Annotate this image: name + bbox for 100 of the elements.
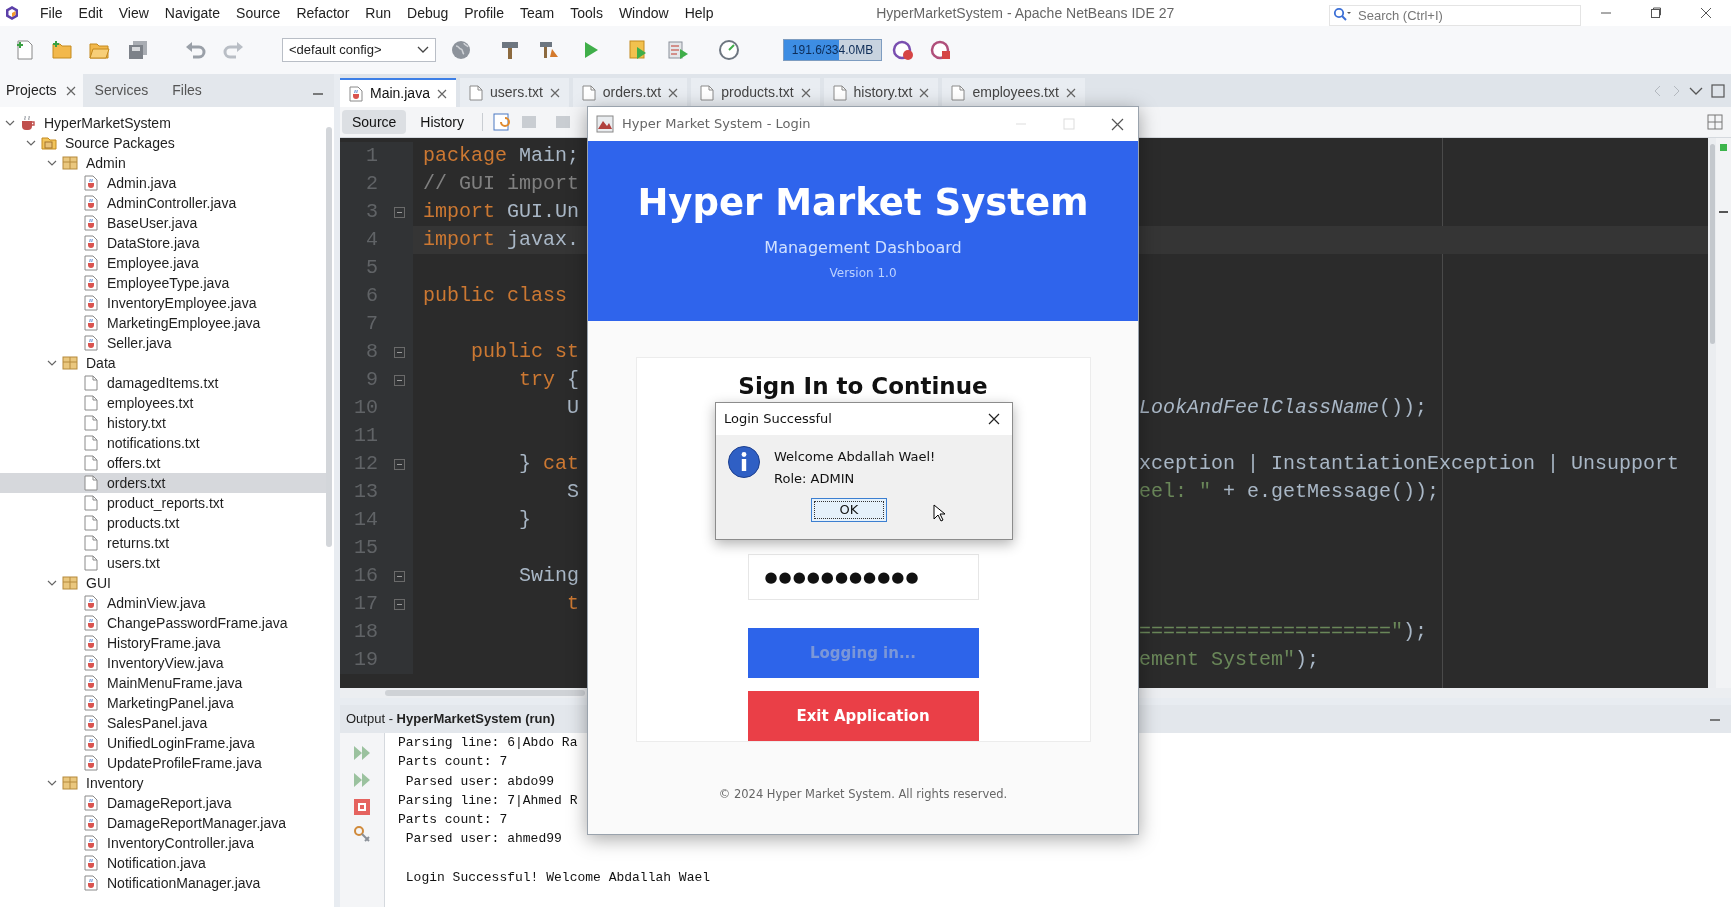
menu-item[interactable]: Debug [399,1,457,25]
ok-button[interactable]: OK [811,498,887,522]
java-file-icon [83,255,99,271]
panel-tab[interactable]: Services [82,74,161,107]
tree-item[interactable]: DataStore.java [0,233,326,253]
save-all-icon[interactable] [127,39,149,61]
editor-tab[interactable]: Main.java [340,78,456,107]
tree-item[interactable]: Data [0,353,326,373]
tree-item[interactable]: Source Packages [0,133,326,153]
scrollbar[interactable] [385,690,585,696]
hammer-icon[interactable] [499,39,521,61]
menu-item[interactable]: Help [676,1,722,25]
java-file-icon [83,675,99,691]
menu-item[interactable]: View [110,1,157,25]
fold-icon[interactable] [394,570,405,582]
password-field[interactable]: ●●●●●●●●●●● [747,554,979,600]
fold-icon[interactable] [394,374,405,386]
tree-item[interactable]: product_reports.txt [0,493,326,513]
tree-item[interactable]: AdminController.java [0,193,326,213]
split-view-icon[interactable] [1707,114,1723,130]
tree-item[interactable]: InventoryView.java [0,653,326,673]
fold-icon[interactable] [394,346,405,358]
tree-item[interactable]: MainMenuFrame.java [0,673,326,693]
new-project-icon[interactable] [51,39,73,61]
menu-item[interactable]: Profile [456,1,512,25]
gauge-icon[interactable] [718,39,740,61]
tree-item[interactable]: employees.txt [0,393,326,413]
tree-item[interactable]: InventoryEmployee.java [0,293,326,313]
clean-build-icon[interactable] [538,39,560,61]
menu-item[interactable]: Run [357,1,399,25]
tree-item[interactable]: AdminView.java [0,593,326,613]
tree-item[interactable]: InventoryController.java [0,833,326,853]
panel-tab[interactable]: Projects [0,74,83,107]
tree-item[interactable]: orders.txt [0,473,326,493]
fold-icon[interactable] [394,598,405,610]
tree-item[interactable]: BaseUser.java [0,213,326,233]
tree-item[interactable]: MarketingEmployee.java [0,313,326,333]
tree-item[interactable]: SalesPanel.java [0,713,326,733]
tree-item[interactable]: Seller.java [0,333,326,353]
menu-item[interactable]: Team [511,1,563,25]
menu-item[interactable]: Tools [562,1,611,25]
view-tab[interactable]: Source [342,110,407,134]
gc-icon[interactable] [892,39,914,61]
new-file-icon[interactable] [14,39,36,61]
tree-item[interactable]: UpdateProfileFrame.java [0,753,326,773]
menu-item[interactable]: Navigate [156,1,229,25]
editor-tab[interactable]: orders.txt [572,78,688,107]
editor-tab[interactable]: history.txt [823,78,939,107]
close-icon[interactable] [988,413,1000,425]
editor-tab[interactable]: users.txt [459,78,569,107]
tree-item[interactable]: Notification.java [0,853,326,873]
tree-item[interactable]: EmployeeType.java [0,273,326,293]
tree-item[interactable]: returns.txt [0,533,326,553]
history-toolbar-icon[interactable] [492,113,511,131]
menu-item[interactable]: Window [610,1,677,25]
panel-title[interactable]: Output - HyperMarketSystem (run) [346,709,555,729]
editor-tab[interactable]: products.txt [691,78,820,107]
editor-tab[interactable]: employees.txt [942,78,1085,107]
tree-item[interactable]: damagedItems.txt [0,373,326,393]
search-field[interactable]: Search (Ctrl+I) [1329,4,1581,26]
menu-item[interactable]: Edit [70,1,111,25]
fold-icon[interactable] [394,458,405,470]
tree-item[interactable]: DamageReport.java [0,793,326,813]
tree-item[interactable]: Admin.java [0,173,326,193]
fold-icon[interactable] [394,206,405,218]
menu-item[interactable]: Source [228,1,289,25]
tree-item[interactable]: products.txt [0,513,326,533]
stop-icon[interactable] [352,797,372,817]
tree-item[interactable]: Inventory [0,773,326,793]
close-icon[interactable] [1111,117,1124,131]
tree-item[interactable]: UnifiedLoginFrame.java [0,733,326,753]
tree-item[interactable]: NotificationManager.java [0,873,326,893]
tree-item[interactable]: users.txt [0,553,326,573]
config-dropdown[interactable]: <default config> [282,38,436,62]
stop-profiler-icon[interactable] [930,39,952,61]
profile-icon[interactable] [667,39,689,61]
view-tab[interactable]: History [410,110,474,134]
tree-item[interactable]: DamageReportManager.java [0,813,326,833]
tree-item[interactable]: Admin [0,153,326,173]
tree-item[interactable]: offers.txt [0,453,326,473]
tree-item[interactable]: history.txt [0,413,326,433]
close-icon[interactable] [1700,7,1712,19]
tree-item[interactable]: notifications.txt [0,433,326,453]
tree-item[interactable]: ChangePasswordFrame.java [0,613,326,633]
tree-item[interactable]: GUI [0,573,326,593]
settings-icon[interactable] [352,824,372,844]
maximize-icon[interactable] [1650,7,1662,19]
scrollbar[interactable] [326,127,332,547]
scrollbar[interactable] [1709,144,1715,344]
menu-item[interactable]: File [32,1,71,25]
tree-item[interactable]: HyperMarketSystem [0,113,326,133]
tree-item[interactable]: HistoryFrame.java [0,633,326,653]
undo-icon[interactable] [184,39,206,61]
exit-button[interactable]: Exit Application [747,691,979,741]
chevron-down-icon[interactable] [1689,85,1703,96]
tree-item[interactable]: MarketingPanel.java [0,693,326,713]
globe-icon[interactable] [450,39,472,61]
tree-item[interactable]: Employee.java [0,253,326,273]
menu-item[interactable]: Refactor [288,1,358,25]
panel-tab[interactable]: Files [160,74,214,107]
